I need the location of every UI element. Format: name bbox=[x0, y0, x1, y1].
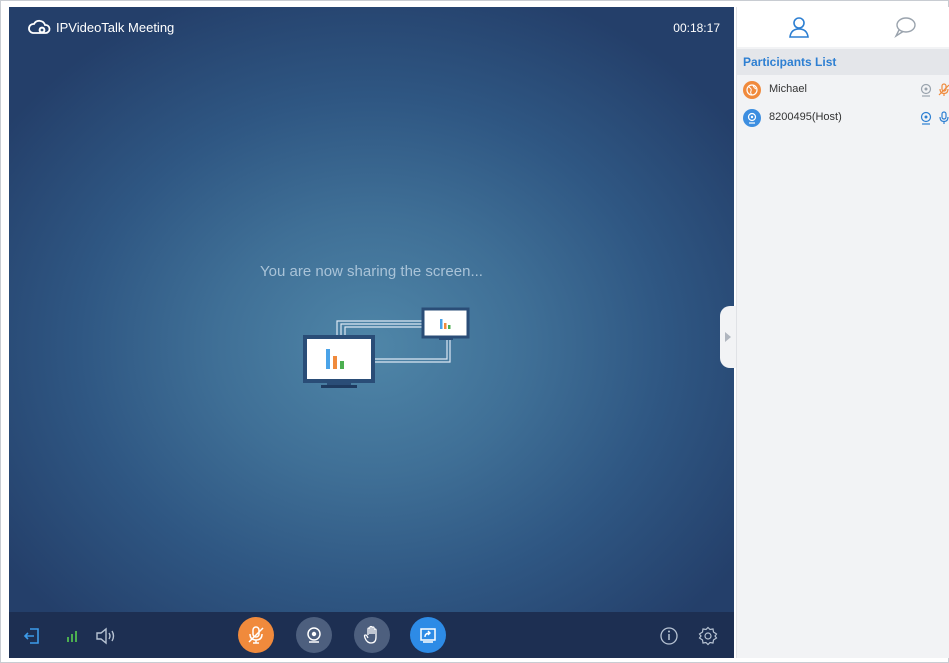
settings-icon[interactable] bbox=[698, 626, 718, 646]
top-bar: IPVideoTalk Meeting 00:18:17 bbox=[9, 7, 734, 47]
sidebar: Participants List Michael 8200495(Host) bbox=[736, 7, 949, 658]
camera-button[interactable] bbox=[296, 617, 332, 653]
participant-name: 8200495(Host) bbox=[769, 111, 842, 123]
participants-icon[interactable] bbox=[787, 15, 811, 39]
participant-row[interactable]: Michael bbox=[737, 77, 949, 103]
speaker-icon[interactable] bbox=[95, 627, 117, 645]
mic-muted-icon bbox=[248, 626, 264, 644]
camera-icon bbox=[747, 112, 757, 124]
raise-hand-button[interactable] bbox=[354, 617, 390, 653]
exit-icon[interactable] bbox=[23, 627, 41, 645]
meeting-timer: 00:18:17 bbox=[673, 21, 720, 35]
camera-icon bbox=[920, 111, 932, 125]
screen-sharing-illustration-icon bbox=[303, 307, 470, 388]
avatar bbox=[743, 81, 761, 99]
sharing-message: You are now sharing the screen... bbox=[260, 263, 483, 280]
participant-row[interactable]: 8200495(Host) bbox=[737, 105, 949, 131]
participants-header: Participants List bbox=[737, 49, 949, 75]
app-window: IPVideoTalk Meeting 00:18:17 You are now… bbox=[0, 0, 949, 663]
camera-icon bbox=[920, 83, 932, 97]
screen-share-icon bbox=[420, 628, 436, 643]
meeting-stage: IPVideoTalk Meeting 00:18:17 You are now… bbox=[9, 7, 734, 658]
globe-icon bbox=[746, 84, 758, 96]
sidebar-collapse-handle[interactable] bbox=[720, 306, 736, 368]
mute-microphone-button[interactable] bbox=[238, 617, 274, 653]
cloud-logo-icon bbox=[28, 19, 51, 34]
chevron-right-icon bbox=[725, 332, 731, 342]
signal-icon bbox=[67, 631, 77, 642]
camera-icon bbox=[307, 627, 321, 643]
mic-icon bbox=[939, 111, 949, 124]
mic-muted-icon bbox=[938, 83, 949, 96]
participant-name: Michael bbox=[769, 83, 807, 95]
bottom-toolbar bbox=[9, 612, 734, 658]
app-title: IPVideoTalk Meeting bbox=[56, 20, 175, 35]
avatar bbox=[743, 109, 761, 127]
info-icon[interactable] bbox=[659, 626, 679, 646]
participants-title: Participants List bbox=[743, 55, 837, 69]
sidebar-tabs bbox=[737, 7, 949, 47]
screen-share-button[interactable] bbox=[410, 617, 446, 653]
raise-hand-icon bbox=[363, 625, 377, 644]
chat-icon[interactable] bbox=[893, 15, 917, 39]
